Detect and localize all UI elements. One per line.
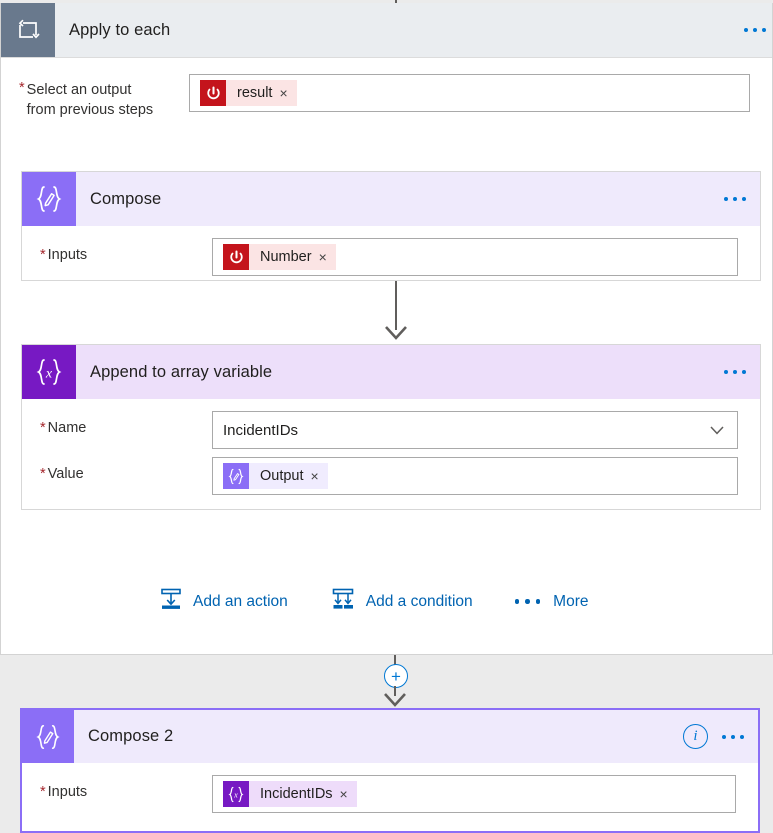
- append-value-input[interactable]: Output ×: [212, 457, 738, 495]
- compose-2-inputs-row: * Inputs x IncidentIDs ×: [22, 763, 758, 819]
- compose-menu-button[interactable]: [724, 197, 746, 201]
- power-button-icon: [200, 80, 226, 106]
- add-action-icon: [159, 587, 183, 616]
- add-step-plus-icon[interactable]: +: [384, 664, 408, 688]
- more-label: More: [553, 592, 589, 610]
- required-asterisk: *: [19, 80, 25, 96]
- compose-2-inputs-label: * Inputs: [40, 775, 212, 801]
- ellipsis-icon: [733, 370, 737, 374]
- append-name-select[interactable]: IncidentIDs: [212, 411, 738, 449]
- dot: [514, 599, 520, 604]
- svg-text:x: x: [45, 367, 53, 382]
- compose-inputs-input[interactable]: Number ×: [212, 238, 738, 276]
- ellipsis-icon: [742, 197, 746, 201]
- token-remove-icon[interactable]: ×: [319, 250, 336, 264]
- select-output-input[interactable]: result ×: [189, 74, 750, 112]
- select-output-label-line2: from previous steps: [26, 102, 154, 118]
- required-asterisk: *: [40, 247, 46, 263]
- ellipsis-icon: [762, 28, 766, 32]
- add-an-action-label: Add an action: [193, 592, 288, 610]
- append-to-array-variable-card[interactable]: x Append to array variable * Name Incide…: [21, 344, 761, 510]
- dot: [535, 599, 541, 604]
- required-asterisk: *: [40, 466, 46, 482]
- token-result[interactable]: result ×: [200, 80, 297, 106]
- append-name-row: * Name IncidentIDs: [22, 399, 760, 455]
- plus-label: +: [391, 666, 401, 686]
- connector-arrowhead: [385, 326, 407, 340]
- token-remove-icon[interactable]: ×: [340, 787, 357, 801]
- add-a-condition-label: Add a condition: [365, 592, 473, 610]
- select-output-label-line1: Select an output: [26, 82, 132, 98]
- compose-2-title: Compose 2: [88, 727, 174, 745]
- compose-card[interactable]: Compose * Inputs Number ×: [21, 171, 761, 281]
- select-output-label: * Select an output from previous steps: [19, 74, 189, 120]
- token-number-label: Number: [260, 249, 312, 265]
- compose-title: Compose: [90, 189, 162, 208]
- append-name-label: * Name: [40, 411, 212, 437]
- append-title: Append to array variable: [90, 362, 273, 381]
- svg-text:x: x: [233, 790, 238, 799]
- variable-braces-x-icon: x: [22, 345, 76, 399]
- compose-inputs-row: * Inputs Number ×: [22, 226, 760, 282]
- connector-arrowhead: [384, 693, 406, 707]
- compose-inputs-label: * Inputs: [40, 238, 212, 264]
- token-number[interactable]: Number ×: [223, 244, 336, 270]
- compose-2-card[interactable]: Compose 2 i * Inputs x IncidentIDs ×: [20, 708, 760, 833]
- add-an-action-button[interactable]: Add an action: [159, 587, 288, 616]
- ellipsis-icon: [514, 599, 541, 604]
- apply-to-each-menu-button[interactable]: [744, 28, 766, 32]
- compose-2-header[interactable]: Compose 2 i: [22, 710, 758, 763]
- more-actions-button[interactable]: More: [514, 592, 589, 611]
- compose-2-menu-button[interactable]: [722, 734, 744, 739]
- apply-to-each-title: Apply to each: [69, 20, 171, 39]
- ellipsis-icon: [722, 734, 726, 739]
- variable-braces-x-icon: x: [223, 781, 249, 807]
- compose-braces-pencil-icon: [22, 710, 74, 763]
- ellipsis-icon: [731, 734, 735, 739]
- append-value-label-text: Value: [47, 466, 84, 482]
- power-button-icon: [223, 244, 249, 270]
- ellipsis-icon: [724, 197, 728, 201]
- compose-inputs-label-text: Inputs: [47, 247, 88, 263]
- apply-to-each-card[interactable]: Apply to each * Select an output from pr…: [0, 3, 773, 655]
- compose-2-inputs-input[interactable]: x IncidentIDs ×: [212, 775, 736, 813]
- token-output[interactable]: Output ×: [223, 463, 328, 489]
- token-remove-icon[interactable]: ×: [279, 86, 296, 100]
- ellipsis-icon: [724, 370, 728, 374]
- ellipsis-icon: [733, 197, 737, 201]
- ellipsis-icon: [744, 28, 748, 32]
- info-icon-label: i: [693, 728, 698, 744]
- append-value-row: * Value Output ×: [22, 455, 760, 501]
- token-incidentids[interactable]: x IncidentIDs ×: [223, 781, 357, 807]
- compose-braces-pencil-icon: [22, 172, 76, 226]
- append-header[interactable]: x Append to array variable: [22, 345, 760, 399]
- apply-to-each-header[interactable]: Apply to each: [1, 3, 772, 58]
- loop-icon: [1, 3, 55, 57]
- compose-header[interactable]: Compose: [22, 172, 760, 226]
- add-a-condition-button[interactable]: Add a condition: [330, 587, 473, 616]
- ellipsis-icon: [740, 734, 744, 739]
- info-icon[interactable]: i: [683, 724, 708, 749]
- append-value-label: * Value: [40, 457, 212, 483]
- select-output-label-text: Select an output from previous steps: [27, 80, 154, 120]
- inline-actions-bar: Add an action Add a condition More: [1, 587, 773, 616]
- required-asterisk: *: [40, 784, 46, 800]
- ellipsis-icon: [742, 370, 746, 374]
- token-result-label: result: [237, 85, 273, 101]
- required-asterisk: *: [40, 420, 46, 436]
- append-menu-button[interactable]: [724, 370, 746, 374]
- compose-2-inputs-label-text: Inputs: [47, 784, 88, 800]
- ellipsis-icon: [753, 28, 757, 32]
- append-name-value: IncidentIDs: [223, 421, 299, 439]
- token-remove-icon[interactable]: ×: [311, 469, 328, 483]
- add-condition-icon: [330, 587, 356, 616]
- token-output-label: Output: [260, 468, 304, 484]
- compose-braces-pencil-icon: [223, 463, 249, 489]
- append-name-label-text: Name: [47, 420, 87, 436]
- select-output-row: * Select an output from previous steps r…: [1, 58, 772, 126]
- dot: [525, 599, 530, 604]
- token-incidentids-label: IncidentIDs: [260, 786, 333, 802]
